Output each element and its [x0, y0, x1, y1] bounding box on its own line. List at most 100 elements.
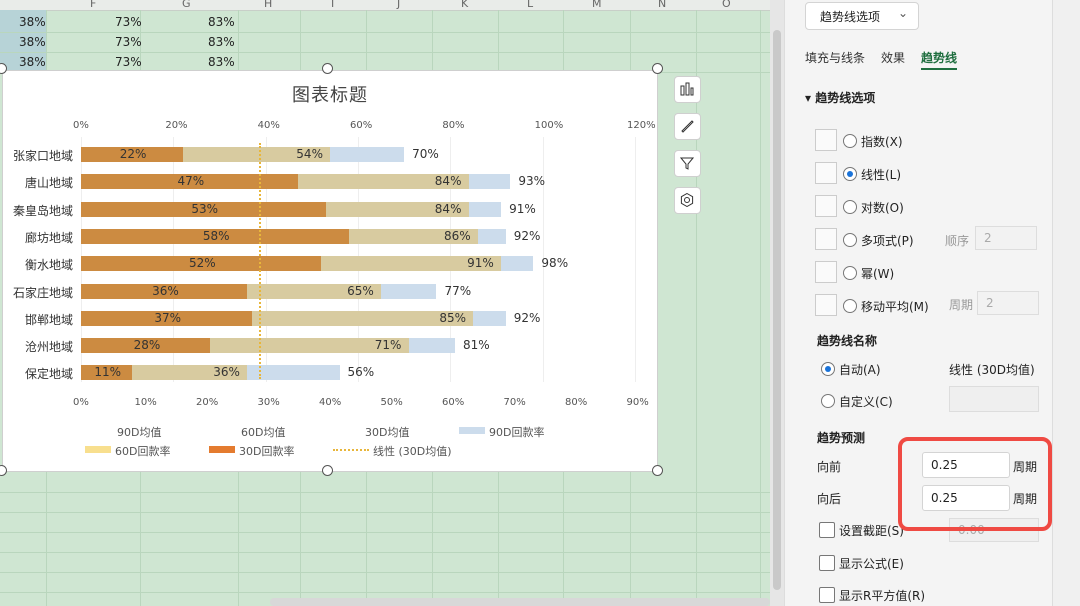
category-label: 衡水地域: [24, 258, 73, 273]
data-label: 84%: [434, 201, 462, 216]
col-header[interactable]: L: [527, 0, 533, 10]
option-auto-name[interactable]: 自动(A) 线性 (30D均值): [785, 359, 1045, 379]
data-label: 56%: [347, 365, 375, 380]
horizontal-scrollbar[interactable]: [270, 598, 770, 606]
legend-item[interactable]: 60D回款率: [115, 443, 170, 459]
order-label: 顺序: [945, 234, 970, 248]
cell[interactable]: 83%: [208, 35, 235, 49]
data-label: 93%: [518, 174, 546, 189]
cell[interactable]: 83%: [208, 55, 235, 69]
section-trendline-options[interactable]: ▾ 趋势线选项: [805, 89, 875, 106]
data-label: 47%: [177, 174, 205, 189]
cell[interactable]: 83%: [208, 15, 235, 29]
legend-item[interactable]: 30D均值: [365, 424, 409, 440]
cell[interactable]: 38%: [19, 15, 46, 29]
option-label: 多项式(P): [861, 234, 914, 248]
tab-trendline[interactable]: 趋势线: [921, 49, 958, 70]
resize-handle[interactable]: [322, 465, 333, 476]
chart-elements-button[interactable]: [674, 76, 701, 103]
trendline-options-dropdown[interactable]: 趋势线选项 ⌄: [805, 2, 919, 30]
cell[interactable]: 38%: [19, 55, 46, 69]
col-header[interactable]: I: [331, 0, 334, 10]
col-header[interactable]: M: [592, 0, 602, 10]
option-label: 自动(A): [839, 363, 881, 377]
data-label: 92%: [513, 228, 541, 243]
data-label: 11%: [94, 365, 122, 380]
section-forecast: 趋势预测: [817, 431, 866, 445]
show-formula-label: 显示公式(E): [839, 557, 904, 571]
show-r2-checkbox[interactable]: [819, 587, 835, 603]
gear-icon: [680, 193, 694, 207]
legend-item[interactable]: 60D均值: [241, 424, 285, 440]
data-label: 22%: [119, 147, 147, 161]
col-header[interactable]: J: [397, 0, 400, 10]
option-label: 指数(X): [861, 135, 903, 149]
category-label: 沧州地域: [24, 340, 73, 355]
period-value: 2: [986, 296, 994, 310]
show-formula-checkbox[interactable]: [819, 555, 835, 571]
chart-title[interactable]: 图表标题: [3, 81, 657, 107]
bottom-axis-tick: 40%: [319, 397, 342, 408]
data-label: 54%: [296, 147, 323, 161]
col-header[interactable]: H: [264, 0, 272, 10]
data-label: 65%: [347, 283, 374, 298]
bottom-axis-tick: 90%: [626, 397, 649, 408]
top-axis-tick: 20%: [165, 120, 188, 131]
order-stepper[interactable]: 2: [975, 226, 1037, 250]
category-label: 邯郸地域: [24, 312, 73, 327]
period-stepper[interactable]: 2: [977, 291, 1039, 315]
cell[interactable]: 73%: [115, 35, 142, 49]
cell[interactable]: 38%: [19, 35, 46, 49]
col-header[interactable]: N: [658, 0, 666, 10]
trend-polynomial-icon: [815, 228, 837, 250]
side-toolbar: [1052, 0, 1080, 606]
top-axis-tick: 80%: [442, 120, 465, 131]
filter-icon: [680, 157, 694, 170]
trend-power-icon: [815, 261, 837, 283]
data-label: 36%: [213, 365, 240, 380]
top-axis-tick: 100%: [534, 120, 564, 131]
data-label: 91%: [467, 256, 494, 271]
tab-fill-line[interactable]: 填充与线条: [805, 49, 865, 66]
data-label: 98%: [541, 256, 569, 271]
trend-exponential-icon: [815, 129, 837, 151]
trendline[interactable]: [259, 143, 262, 379]
chart-elements-icon: [680, 82, 694, 96]
col-header[interactable]: G: [182, 0, 191, 10]
data-label: 77%: [444, 283, 472, 298]
intercept-checkbox[interactable]: [819, 522, 835, 538]
legend-swatch-90d: [459, 427, 485, 434]
legend-item[interactable]: 线性 (30D均值): [373, 443, 452, 459]
chart-style-button[interactable]: [674, 113, 701, 140]
chart-settings-button[interactable]: [674, 187, 701, 214]
tab-effects[interactable]: 效果: [881, 49, 905, 66]
data-label: 92%: [513, 310, 541, 325]
bottom-axis-tick: 10%: [134, 397, 157, 408]
custom-name-input[interactable]: [949, 386, 1039, 412]
resize-handle[interactable]: [322, 63, 333, 74]
forward-label: 向前: [817, 460, 842, 474]
cell[interactable]: 73%: [115, 15, 142, 29]
legend-swatch-trend: [333, 449, 369, 451]
chart-filter-button[interactable]: [674, 150, 701, 177]
legend-item[interactable]: 90D回款率: [489, 424, 544, 440]
legend-item[interactable]: 90D均值: [117, 424, 161, 440]
data-label: 84%: [434, 174, 462, 189]
order-value: 2: [984, 231, 992, 245]
section-label: 趋势线选项: [815, 91, 876, 105]
vertical-scrollbar[interactable]: [770, 0, 784, 606]
data-label: 52%: [189, 256, 216, 271]
chart-object[interactable]: 图表标题 0% 20% 40% 60% 80% 100% 120% 0% 10% 20% 30% 4…: [2, 70, 658, 472]
col-header[interactable]: O: [722, 0, 731, 10]
resize-handle[interactable]: [652, 63, 663, 74]
data-label: 86%: [444, 228, 471, 243]
column-headers: F G H I J K L M N O: [0, 0, 770, 11]
cell[interactable]: 73%: [115, 55, 142, 69]
auto-name-value: 线性 (30D均值): [949, 363, 1035, 377]
resize-handle[interactable]: [652, 465, 663, 476]
col-header[interactable]: K: [461, 0, 468, 10]
col-header[interactable]: F: [90, 0, 96, 10]
legend-swatch-60d: [85, 446, 111, 453]
legend-item[interactable]: 30D回款率: [239, 443, 294, 459]
top-axis-tick: 120%: [627, 120, 656, 131]
